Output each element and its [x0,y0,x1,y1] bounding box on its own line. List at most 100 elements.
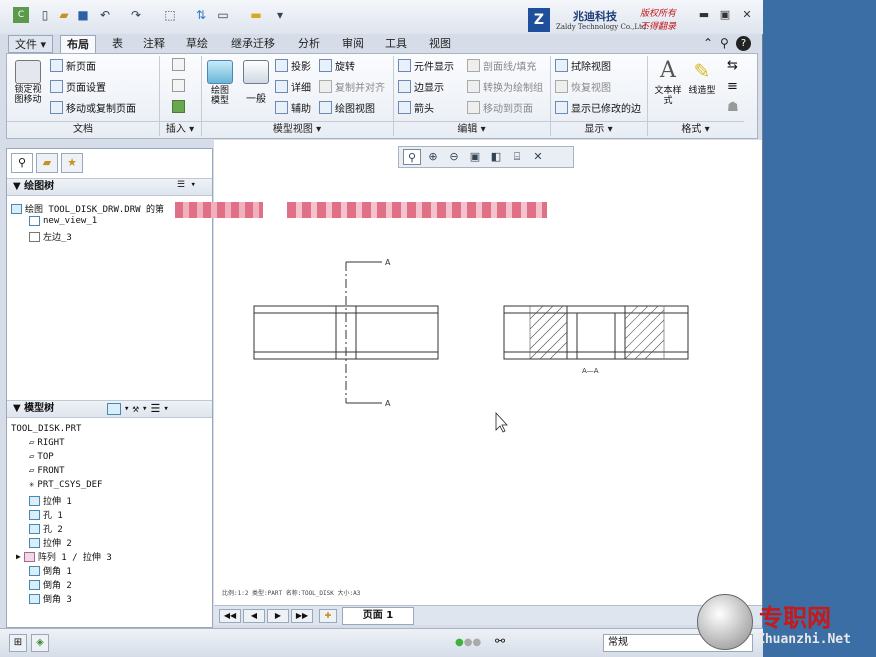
insert-line-button[interactable] [172,58,185,71]
drawing-model-button[interactable]: 绘图模型 [206,60,234,106]
insert-hatch-button[interactable] [172,79,185,92]
section-line-button[interactable]: 剖面线/填充 [467,58,536,73]
arrow-label: 箭头 [414,104,434,115]
display-style-icon[interactable]: ◧ [487,149,505,165]
general-view-button[interactable]: 一般 [241,60,271,105]
tree-item[interactable]: 倒角 3 [29,592,72,605]
auxiliary-button[interactable]: 辅助 [275,100,311,115]
arrow-button[interactable]: 箭头 [398,100,434,115]
tab-review[interactable]: 审阅 [336,35,370,53]
search-icon[interactable]: ⚲ [714,35,735,53]
model-tree-tab-icon[interactable]: ⚲ [11,153,33,173]
line-style-button[interactable]: ✎ 线造型 [687,58,717,96]
navigator-toggle-icon[interactable]: ⊞ [9,634,27,652]
convert-group-button[interactable]: 转换为绘制组 [467,79,543,94]
group-format[interactable]: 格式 ▾ [647,121,744,138]
tab-legacy-migration[interactable]: 继承迁移 [225,35,281,53]
settings-icon[interactable]: ≡ [727,79,738,94]
repaint-icon[interactable]: ▣ [466,149,484,165]
windows-icon[interactable]: ▭ [215,7,231,23]
tree-item[interactable]: TOOL_DISK.PRT [11,424,81,434]
more-icon[interactable]: ▾ [272,7,288,23]
detail-button[interactable]: 详细 [275,79,311,94]
spin-center-icon[interactable]: ✕ [529,149,547,165]
tab-layout[interactable]: 布局 [60,35,96,53]
group-edit[interactable]: 编辑 ▾ [393,121,550,138]
insert-image-button[interactable] [172,100,185,113]
regenerate-icon[interactable]: ⇅ [193,7,209,23]
swap-icon[interactable]: ⇆ [727,58,738,73]
new-page-icon[interactable]: ✚ [319,609,337,623]
projection-button[interactable]: 投影 [275,58,311,73]
tree-item[interactable]: 拉伸 1 [29,494,72,507]
tab-sketch[interactable]: 草绘 [180,35,214,53]
auxiliary-label: 辅助 [291,104,311,115]
find-icon[interactable]: ⚯ [490,634,510,652]
tree-item[interactable]: ▱ FRONT [29,466,65,476]
minimize-button[interactable]: ▬ [696,8,712,22]
zoom-out-icon[interactable]: ⊖ [445,149,463,165]
browser-toggle-icon[interactable]: ◈ [31,634,49,652]
tree-item[interactable]: 左边_3 [29,230,72,243]
page-tab[interactable]: 页面 1 [342,607,414,625]
tree-item[interactable]: ▱ RIGHT [29,438,65,448]
first-page-button[interactable]: ◀◀ [219,609,241,623]
tree-item[interactable]: ▶ 阵列 1 / 拉伸 3 [16,550,112,563]
tree-item[interactable]: 孔 2 [29,522,63,535]
close-file-icon[interactable]: ▬ [248,7,264,23]
move-copy-page-button[interactable]: 移动或复制页面 [50,100,136,115]
group-display[interactable]: 显示 ▾ [550,121,647,138]
undo-icon[interactable]: ↶ [97,7,113,23]
text-style-button[interactable]: A 文本样式 [652,58,684,106]
help-icon[interactable]: ? [736,36,751,51]
group-model-view[interactable]: 模型视图 ▾ [201,121,393,138]
folder-browser-tab-icon[interactable]: ▰ [36,153,58,173]
tree-item[interactable]: 倒角 1 [29,564,72,577]
new-page-button[interactable]: 新页面 [50,58,96,73]
maximize-button[interactable]: ▣ [717,8,733,22]
tab-view[interactable]: 视图 [423,35,457,53]
redo-icon[interactable]: ↷ [128,7,144,23]
refit-icon[interactable]: ⚲ [403,149,421,165]
tab-analysis[interactable]: 分析 [292,35,326,53]
favorites-tab-icon[interactable]: ★ [61,153,83,173]
open-icon[interactable]: ▰ [56,7,72,23]
last-page-button[interactable]: ▶▶ [291,609,313,623]
previous-page-button[interactable]: ◀ [243,609,265,623]
model-tree-tools[interactable]: ▾ ⚒ ▾ ☰ ▾ [107,402,169,415]
erase-view-button[interactable]: 拭除视图 [555,58,611,73]
move-to-page-button[interactable]: 移动到页面 [467,100,533,115]
app-icon[interactable]: C [13,7,29,23]
page-setup-button[interactable]: 页面设置 [50,79,106,94]
tree-item[interactable]: ✳ PRT_CSYS_DEF [29,480,102,490]
datum-display-icon[interactable]: ⌸ [508,149,526,165]
select-icon[interactable]: ⬚ [162,7,178,23]
drawing-view-button[interactable]: 绘图视图 [319,100,375,115]
new-icon[interactable]: ▯ [37,7,53,23]
save-icon[interactable]: ■ [75,7,91,23]
edge-display-button[interactable]: 边显示 [398,79,444,94]
lock-view-button[interactable]: 锁定视图移动 [11,60,45,105]
revolve-button[interactable]: 旋转 [319,58,355,73]
tree-item[interactable]: 孔 1 [29,508,63,521]
drawing-tree-settings-icon[interactable]: ☰ ▾ [177,180,196,190]
tree-item[interactable]: 绘图 TOOL_DISK_DRW.DRW 的第 [11,202,164,215]
tree-item[interactable]: 倒角 2 [29,578,72,591]
tree-item[interactable]: new_view_1 [29,216,97,226]
tab-tools[interactable]: 工具 [379,35,413,53]
close-button[interactable]: ✕ [739,8,755,22]
zoom-in-icon[interactable]: ⊕ [424,149,442,165]
tree-item[interactable]: 拉伸 2 [29,536,72,549]
tree-item[interactable]: ▱ TOP [29,452,54,462]
tab-annotate[interactable]: 注释 [137,35,171,53]
tab-table[interactable]: 表 [106,35,129,53]
component-display-button[interactable]: 元件显示 [398,58,454,73]
tab-file[interactable]: 文件 ▾ [8,35,54,53]
group-insert[interactable]: 插入 ▾ [159,121,201,138]
restore-view-button[interactable]: 恢复视图 [555,79,611,94]
show-modified-edges-button[interactable]: 显示已修改的边 [555,100,641,115]
csys-icon: ✳ [29,480,35,490]
next-page-button[interactable]: ▶ [267,609,289,623]
copy-align-button[interactable]: 复制并对齐 [319,79,385,94]
symbol-icon[interactable]: ☗ [727,100,739,115]
